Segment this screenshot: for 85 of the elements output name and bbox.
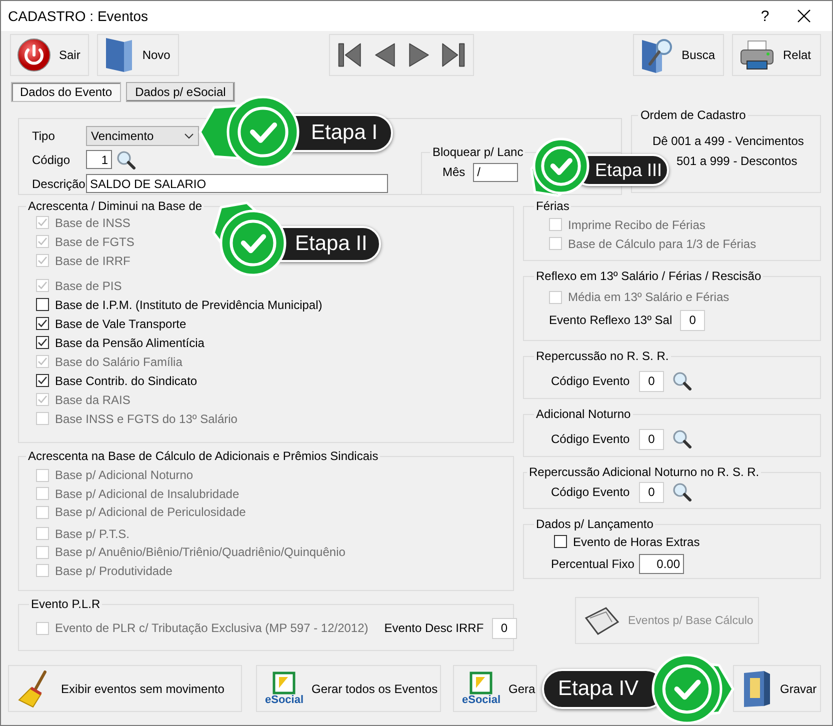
document-icon: [271, 671, 298, 695]
input-field[interactable]: 0: [639, 482, 664, 502]
checkbox-label: Base de INSS: [55, 216, 130, 230]
chevron-down-icon: [184, 132, 194, 138]
field-label: Código Evento: [551, 432, 631, 446]
checkbox-label: Base de I.P.M. (Instituto de Previdência Municipal): [55, 298, 322, 312]
checkbox[interactable]: [36, 298, 49, 311]
esocial-logo-text: eSocial: [462, 695, 501, 706]
search-icon[interactable]: [116, 150, 136, 170]
checkbox-label: Base p/ P.T.S.: [55, 526, 130, 541]
toolbar-button[interactable]: Relat: [732, 34, 821, 76]
info-text: Dê 001 a 499 - Vencimentos: [652, 134, 804, 148]
field-label: Evento Reflexo 13º Sal: [549, 313, 672, 327]
action-button[interactable]: eSocial Gerar todos os Eventos: [256, 665, 441, 712]
checkbox-label: Base Contrib. do Sindicato: [55, 374, 198, 388]
toolbar-button[interactable]: Sair: [10, 34, 90, 76]
input-field[interactable]: 0: [639, 370, 664, 392]
folder-icon: [104, 36, 134, 74]
group-title: Evento P.L.R: [30, 597, 102, 611]
input-field[interactable]: 0: [639, 428, 664, 450]
checkbox-label: Evento de PLR c/ Tributação Exclusiva (MP 597 - 12/2012): [55, 621, 368, 635]
printer-icon: [739, 38, 775, 70]
search-icon[interactable]: [672, 429, 692, 449]
group-title: Reflexo em 13º Salário / Férias / Rescisão: [535, 269, 762, 283]
checkbox-label: Base do Salário Família: [55, 354, 182, 368]
checkbox-label: Base p/ Produtividade: [55, 564, 172, 578]
checkbox-label: Base p/ Adicional de Periculosidade: [55, 505, 246, 520]
checkbox-label: Média em 13º Salário e Férias: [568, 290, 730, 304]
group-title: Acrescenta / Diminui na Base de: [27, 199, 204, 213]
group-title: Bloquear p/ Lanc: [431, 145, 524, 159]
group-title: Repercussão Adicional Noturno no R. S. R.: [528, 465, 760, 479]
checkbox-label: Base da Pensão Alimentícia: [55, 336, 204, 350]
action-button[interactable]: Exibir eventos sem movimento: [8, 665, 242, 712]
checkbox[interactable]: [554, 535, 567, 548]
input-field[interactable]: /: [473, 162, 518, 182]
input-field[interactable]: 0.00: [639, 554, 684, 574]
checkbox-label: Base de PIS: [55, 278, 122, 292]
checkbox-label: Imprime Recibo de Férias: [568, 218, 706, 232]
input-field[interactable]: SALDO DE SALARIO: [86, 174, 388, 193]
esocial-logo-text: eSocial: [265, 695, 304, 706]
info-text: 501 a 999 - Descontos: [676, 154, 798, 168]
close-icon: [797, 9, 811, 23]
checkbox-label: Evento de Horas Extras: [573, 534, 700, 548]
input-field[interactable]: 0: [680, 310, 706, 330]
checkbox-label: Base de Vale Transporte: [55, 316, 186, 330]
group-title: Dados p/ Lançamento: [535, 517, 654, 531]
tab[interactable]: Dados p/ eSocial: [126, 82, 235, 102]
checkbox[interactable]: [36, 336, 49, 349]
tab[interactable]: Dados do Evento: [11, 82, 122, 102]
checkbox-label: Base de IRRF: [55, 254, 130, 268]
document-icon: [468, 671, 494, 695]
checkbox-label: Base p/ Adicional Noturno: [55, 468, 194, 482]
checkbox[interactable]: [36, 317, 49, 330]
dropdown[interactable]: Vencimento: [86, 126, 199, 146]
action-button[interactable]: eSocial Gera: [453, 665, 537, 712]
checkbox-label: Base de Cálculo para 1/3 de Férias: [568, 236, 756, 250]
input-field[interactable]: 1: [86, 150, 112, 169]
binder-icon: [742, 670, 772, 708]
field-label: Evento Desc IRRF: [384, 621, 484, 635]
input-field[interactable]: 0: [492, 618, 517, 638]
field-label: Código Evento: [551, 485, 631, 499]
window-title: CADASTRO : Eventos: [8, 8, 150, 24]
help-button[interactable]: ?: [742, 8, 788, 24]
envelope-icon: [584, 606, 620, 636]
field-label: Código Evento: [551, 374, 631, 388]
toolbar-button[interactable]: Busca: [632, 34, 724, 76]
power-icon: [17, 38, 51, 72]
checkbox-label: Base p/ Anuênio/Biênio/Triênio/Quadriênio/Quinquênio: [55, 545, 346, 560]
toolbar-button[interactable]: Novo: [97, 34, 180, 76]
checkbox-label: Base de FGTS: [55, 234, 134, 248]
group-title: Acrescenta na Base de Cálculo de Adicionais e Prêmios Sindicais: [27, 449, 380, 463]
group-title: Repercussão no R. S. R.: [535, 349, 670, 363]
group-title: Adicional Noturno: [535, 407, 632, 421]
group-title: Férias: [535, 199, 570, 213]
checkbox[interactable]: [36, 374, 49, 387]
checkbox-label: Base INSS e FGTS do 13º Salário: [55, 412, 238, 426]
field-label: Mês: [442, 165, 466, 179]
group-title: Ordem de Cadastro: [639, 108, 747, 122]
search-icon[interactable]: [672, 371, 692, 391]
search-icon[interactable]: [672, 482, 692, 502]
checkbox-label: Base da RAIS: [55, 392, 130, 406]
field-label: Tipo: [32, 128, 56, 142]
action-button[interactable]: Gravar: [733, 665, 821, 712]
checkbox-label: Base p/ Adicional de Insalubridade: [55, 486, 240, 501]
field-label: Código: [32, 152, 72, 166]
